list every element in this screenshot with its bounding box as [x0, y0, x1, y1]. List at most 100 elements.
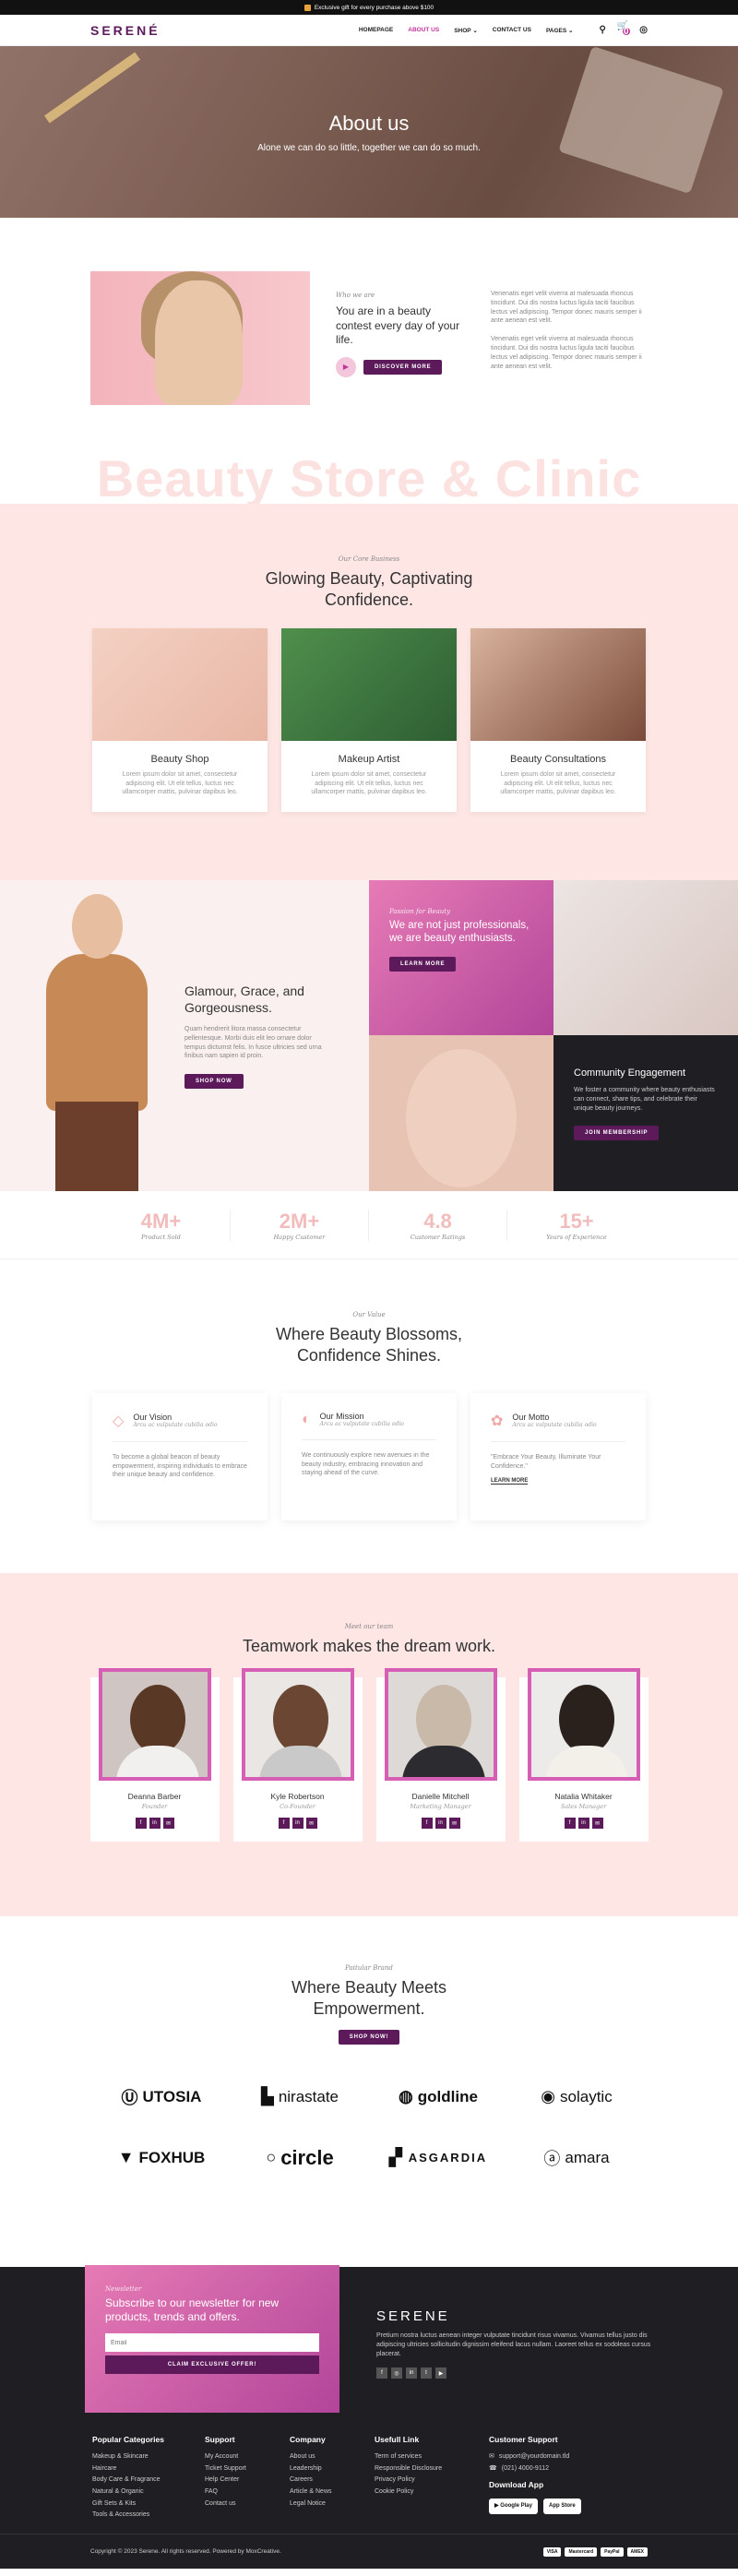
- section-title: Where Beauty Meets Empowerment.: [291, 1978, 447, 2019]
- partner-logo[interactable]: ⓐ amara: [507, 2146, 646, 2170]
- account-icon[interactable]: ◎: [639, 25, 648, 35]
- footer-link[interactable]: Tools & Accessories: [92, 2510, 205, 2522]
- facebook-icon[interactable]: f: [376, 2367, 387, 2379]
- linkedin-icon[interactable]: in: [406, 2367, 417, 2379]
- footer-link[interactable]: Contact us: [205, 2498, 290, 2510]
- footer-link[interactable]: Makeup & Skincare: [92, 2451, 205, 2463]
- instagram-icon[interactable]: ◎: [391, 2367, 402, 2379]
- cart-icon[interactable]: 🛒 0: [617, 21, 630, 39]
- newsletter-title: Subscribe to our newsletter for new prod…: [105, 2296, 280, 2323]
- about-eyebrow: Who we are: [336, 292, 375, 299]
- newsletter-email-input[interactable]: [105, 2333, 319, 2352]
- youtube-icon[interactable]: ▶: [435, 2367, 446, 2379]
- stat-label: Product Sold: [141, 1233, 181, 1241]
- stat-number: 4.8: [423, 1209, 452, 1233]
- footer-link[interactable]: About us: [290, 2451, 375, 2463]
- footer-link[interactable]: Article & News: [290, 2487, 375, 2498]
- discover-more-button[interactable]: DISCOVER MORE: [363, 359, 443, 375]
- partner-logo[interactable]: ▼ FOXHUB: [92, 2146, 231, 2170]
- linkedin-icon[interactable]: in: [434, 1818, 446, 1830]
- facebook-icon[interactable]: f: [135, 1818, 147, 1830]
- facebook-icon[interactable]: f: [564, 1818, 576, 1830]
- diamond-icon: ◇: [113, 1413, 125, 1429]
- claim-offer-button[interactable]: CLAIM EXCLUSIVE OFFER!: [105, 2355, 319, 2374]
- hero-title: About us: [328, 111, 410, 135]
- team-member-role: Sales Manager: [560, 1803, 607, 1811]
- team-member-name: Natalia Whitaker: [554, 1792, 613, 1802]
- footer-link[interactable]: Careers: [290, 2475, 375, 2487]
- nav-shop[interactable]: SHOP ⌄: [454, 27, 478, 34]
- stat-number: 4M+: [140, 1209, 182, 1233]
- twitter-icon[interactable]: t: [421, 2367, 432, 2379]
- learn-more-button[interactable]: LEARN MORE: [389, 956, 457, 972]
- footer-link[interactable]: Natural & Organic: [92, 2487, 205, 2498]
- google-play-badge[interactable]: ▶ Google Play: [489, 2498, 538, 2514]
- fox-mark-icon: ▼: [117, 2148, 135, 2167]
- footer-link[interactable]: Help Center: [205, 2475, 290, 2487]
- footer-link[interactable]: FAQ: [205, 2487, 290, 2498]
- service-card[interactable]: Beauty Consultations Lorem ipsum dolor s…: [470, 627, 646, 813]
- support-email[interactable]: support@yourdomain.tld: [499, 2451, 569, 2463]
- team-card: Danielle Mitchell Marketing Manager f in ✉: [375, 1668, 506, 1843]
- app-store-badge[interactable]: App Store: [542, 2498, 581, 2514]
- footer-link[interactable]: My Account: [205, 2451, 290, 2463]
- linkedin-icon[interactable]: in: [149, 1818, 161, 1830]
- feature-text: Quam hendrerit litora massa consectetur …: [184, 1026, 322, 1060]
- value-card-text: To become a global beacon of beauty empo…: [113, 1453, 247, 1479]
- site-logo[interactable]: SERENÉ: [90, 23, 161, 38]
- section-eyebrow: Our Value: [352, 1311, 386, 1318]
- footer-link[interactable]: Responsible Disclosure: [375, 2463, 489, 2475]
- team-member-name: Deanna Barber: [127, 1792, 182, 1802]
- nav-about-us[interactable]: ABOUT US: [408, 27, 439, 33]
- newsletter-eyebrow: Newsletter: [105, 2285, 142, 2293]
- linkedin-icon[interactable]: in: [577, 1818, 589, 1830]
- partner-logo[interactable]: ▞ ASGARDIA: [369, 2146, 507, 2170]
- footer-link[interactable]: Legal Notice: [290, 2498, 375, 2510]
- footer-column: Popular Categories Makeup & Skincare Hai…: [92, 2433, 205, 2522]
- play-video-icon[interactable]: ▶: [336, 356, 356, 377]
- learn-more-link[interactable]: LEARN MORE: [491, 1478, 529, 1485]
- email-icon[interactable]: ✉: [162, 1818, 174, 1830]
- support-phone[interactable]: (021) 4000-9112: [502, 2463, 549, 2475]
- footer-link[interactable]: Body Care & Fragrance: [92, 2475, 205, 2487]
- values-section: Our Value Where Beauty Blossoms, Confide…: [0, 1259, 738, 1573]
- email-icon[interactable]: ✉: [591, 1818, 603, 1830]
- nav-pages[interactable]: PAGES ⌄: [546, 27, 574, 34]
- service-card[interactable]: Makeup Artist Lorem ipsum dolor sit amet…: [281, 627, 457, 813]
- join-membership-button[interactable]: JOIN MEMBERSHIP: [574, 1126, 660, 1141]
- partner-logo[interactable]: ◉ solaytic: [507, 2085, 646, 2109]
- feature-section: Glamour, Grace, and Gorgeousness. Quam h…: [0, 880, 738, 1191]
- section-title: Glowing Beauty, Captivating Confidence.: [265, 569, 473, 610]
- footer-link[interactable]: Gift Sets & Kits: [92, 2498, 205, 2510]
- footer-link[interactable]: Cookie Policy: [375, 2487, 489, 2498]
- footer-link[interactable]: Ticket Support: [205, 2463, 290, 2475]
- stat-label: Customer Ratings: [410, 1233, 466, 1241]
- footer-link[interactable]: Haircare: [92, 2463, 205, 2475]
- email-icon[interactable]: ✉: [305, 1818, 317, 1830]
- mastercard-icon: Mastercard: [565, 2546, 598, 2557]
- partner-logo[interactable]: ◍ goldline: [369, 2085, 507, 2109]
- shop-now-button[interactable]: SHOP NOW!: [338, 2029, 400, 2045]
- nav-homepage[interactable]: HOMEPAGE: [359, 27, 393, 33]
- footer-link[interactable]: Leadership: [290, 2463, 375, 2475]
- service-card-text: Lorem ipsum dolor sit amet, consectetur …: [500, 770, 616, 796]
- stats-bar: 4M+ Product Sold 2M+ Happy Customer 4.8 Cus…: [0, 1191, 738, 1259]
- team-member-name: Kyle Robertson: [270, 1792, 325, 1802]
- service-card[interactable]: Beauty Shop Lorem ipsum dolor sit amet, …: [92, 627, 268, 813]
- visa-icon: VISA: [542, 2546, 562, 2557]
- linkedin-icon[interactable]: in: [292, 1818, 304, 1830]
- footer-link[interactable]: Term of services: [375, 2451, 489, 2463]
- email-icon[interactable]: ✉: [448, 1818, 460, 1830]
- facebook-icon[interactable]: f: [421, 1818, 433, 1830]
- panel-eyebrow: Passion for Beauty: [389, 908, 451, 915]
- flower-icon: ✿: [491, 1413, 504, 1429]
- shop-now-button[interactable]: SHOP NOW: [184, 1074, 244, 1090]
- partner-logo[interactable]: ○ circle: [231, 2146, 369, 2170]
- nav-contact-us[interactable]: CONTACT US: [493, 27, 531, 33]
- search-icon[interactable]: ⚲: [599, 25, 605, 35]
- partner-logo[interactable]: ▙ nirastate: [231, 2085, 369, 2109]
- footer-link[interactable]: Privacy Policy: [375, 2475, 489, 2487]
- team-member-photo: [527, 1668, 640, 1782]
- facebook-icon[interactable]: f: [278, 1818, 290, 1830]
- partner-logo[interactable]: Ⓤ UTOSIA: [92, 2085, 231, 2109]
